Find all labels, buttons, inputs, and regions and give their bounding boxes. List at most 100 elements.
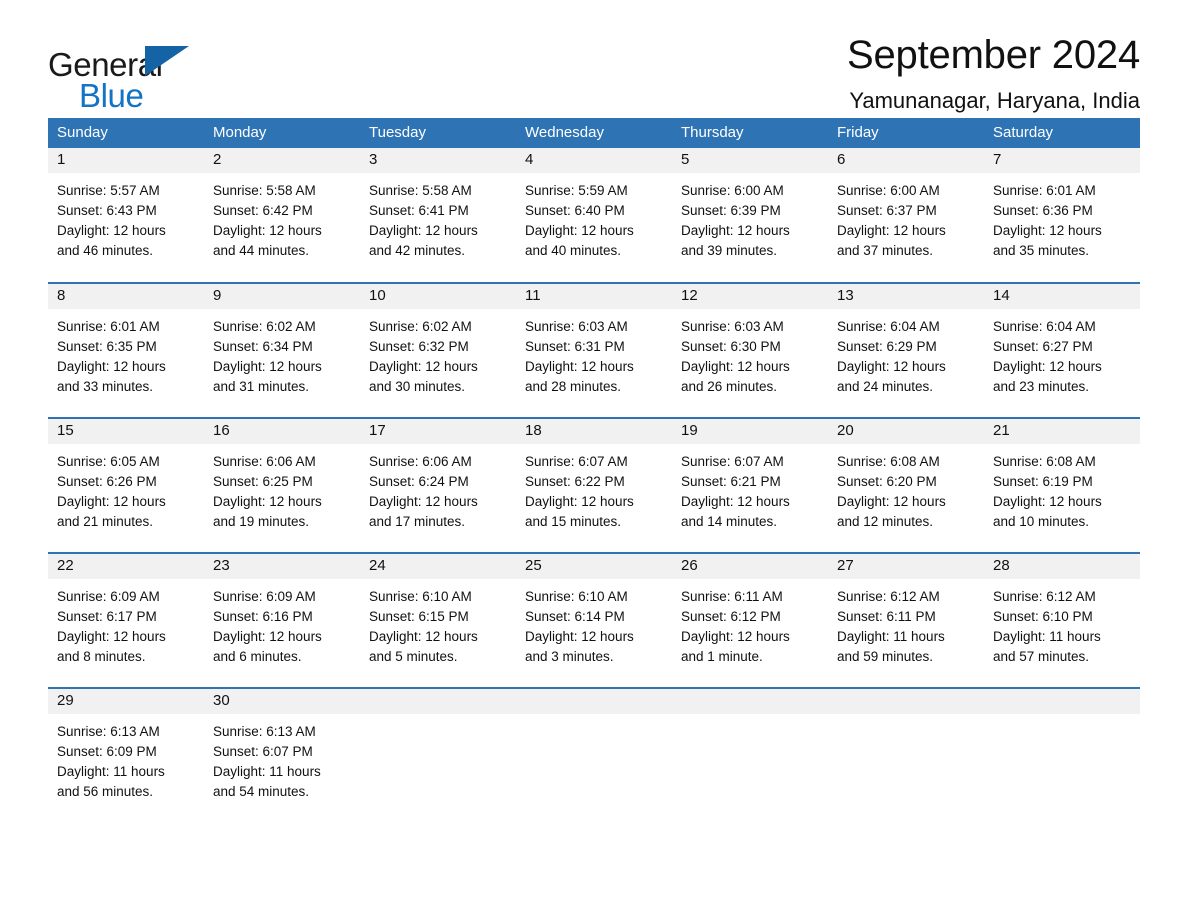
page-header: General Blue September 2024 Yamunanagar,… (48, 0, 1140, 113)
calendar-page: General Blue September 2024 Yamunanagar,… (0, 0, 1188, 918)
day-cell[interactable]: 27 Sunrise: 6:12 AM Sunset: 6:11 PM Dayligh… (828, 552, 984, 688)
weekday-header-tuesday: Tuesday (360, 118, 516, 148)
day-cell[interactable]: 15 Sunrise: 6:05 AM Sunset: 6:26 PM Dayligh… (48, 417, 204, 553)
sunset-text: Sunset: 6:35 PM (57, 339, 157, 354)
day-cell[interactable]: 30 Sunrise: 6:13 AM Sunset: 6:07 PM Dayligh… (204, 687, 360, 823)
week-row: 22 Sunrise: 6:09 AM Sunset: 6:17 PM Dayligh… (48, 552, 1140, 688)
day-cell-empty (516, 687, 672, 823)
sunset-text: Sunset: 6:19 PM (993, 474, 1093, 489)
daylight-text-line2: and 59 minutes. (837, 649, 934, 664)
day-cell[interactable]: 10 Sunrise: 6:02 AM Sunset: 6:32 PM Dayligh… (360, 282, 516, 418)
sunrise-text: Sunrise: 6:02 AM (369, 319, 472, 334)
week-row: 1 Sunrise: 5:57 AM Sunset: 6:43 PM Daylight… (48, 148, 1140, 283)
day-details: Sunrise: 6:09 AM Sunset: 6:16 PM Daylight:… (204, 579, 360, 667)
day-cell[interactable]: 13 Sunrise: 6:04 AM Sunset: 6:29 PM Dayligh… (828, 282, 984, 418)
day-cell[interactable]: 17 Sunrise: 6:06 AM Sunset: 6:24 PM Dayligh… (360, 417, 516, 553)
day-cell[interactable]: 4 Sunrise: 5:59 AM Sunset: 6:40 PM Daylight… (516, 148, 672, 283)
sunrise-text: Sunrise: 5:59 AM (525, 183, 628, 198)
sunset-text: Sunset: 6:30 PM (681, 339, 781, 354)
week-row: 29 Sunrise: 6:13 AM Sunset: 6:09 PM Dayligh… (48, 687, 1140, 823)
sunrise-text: Sunrise: 6:01 AM (993, 183, 1096, 198)
day-cell[interactable]: 2 Sunrise: 5:58 AM Sunset: 6:42 PM Daylight… (204, 148, 360, 283)
sunset-text: Sunset: 6:22 PM (525, 474, 625, 489)
day-details: Sunrise: 6:02 AM Sunset: 6:32 PM Daylight:… (360, 309, 516, 397)
day-number: 28 (984, 554, 1140, 579)
day-cell[interactable]: 26 Sunrise: 6:11 AM Sunset: 6:12 PM Dayligh… (672, 552, 828, 688)
sunset-text: Sunset: 6:27 PM (993, 339, 1093, 354)
day-details: Sunrise: 6:07 AM Sunset: 6:22 PM Daylight:… (516, 444, 672, 532)
day-number: 6 (828, 148, 984, 173)
day-cell[interactable]: 5 Sunrise: 6:00 AM Sunset: 6:39 PM Daylight… (672, 148, 828, 283)
daylight-text-line2: and 46 minutes. (57, 243, 154, 258)
day-number (984, 689, 1140, 714)
day-cell[interactable]: 8 Sunrise: 6:01 AM Sunset: 6:35 PM Daylight… (48, 282, 204, 418)
day-number: 21 (984, 419, 1140, 444)
daylight-text-line1: Daylight: 12 hours (993, 359, 1102, 374)
weekday-header-friday: Friday (828, 118, 984, 148)
day-number: 3 (360, 148, 516, 173)
sunset-text: Sunset: 6:39 PM (681, 203, 781, 218)
sunrise-text: Sunrise: 6:09 AM (57, 589, 160, 604)
day-details: Sunrise: 6:06 AM Sunset: 6:25 PM Daylight:… (204, 444, 360, 532)
daylight-text-line2: and 24 minutes. (837, 379, 934, 394)
daylight-text-line2: and 12 minutes. (837, 514, 934, 529)
day-number: 27 (828, 554, 984, 579)
day-cell[interactable]: 9 Sunrise: 6:02 AM Sunset: 6:34 PM Daylight… (204, 282, 360, 418)
day-cell[interactable]: 21 Sunrise: 6:08 AM Sunset: 6:19 PM Dayligh… (984, 417, 1140, 553)
sunrise-text: Sunrise: 6:12 AM (837, 589, 940, 604)
day-cell[interactable]: 16 Sunrise: 6:06 AM Sunset: 6:25 PM Dayligh… (204, 417, 360, 553)
daylight-text-line1: Daylight: 12 hours (525, 223, 634, 238)
day-number: 13 (828, 284, 984, 309)
day-number: 8 (48, 284, 204, 309)
day-cell[interactable]: 23 Sunrise: 6:09 AM Sunset: 6:16 PM Dayligh… (204, 552, 360, 688)
day-cell[interactable]: 18 Sunrise: 6:07 AM Sunset: 6:22 PM Dayligh… (516, 417, 672, 553)
daylight-text-line1: Daylight: 12 hours (369, 494, 478, 509)
day-details: Sunrise: 5:58 AM Sunset: 6:41 PM Daylight:… (360, 173, 516, 261)
day-cell[interactable]: 29 Sunrise: 6:13 AM Sunset: 6:09 PM Dayligh… (48, 687, 204, 823)
day-cell[interactable]: 24 Sunrise: 6:10 AM Sunset: 6:15 PM Dayligh… (360, 552, 516, 688)
day-cell[interactable]: 25 Sunrise: 6:10 AM Sunset: 6:14 PM Dayligh… (516, 552, 672, 688)
sunrise-text: Sunrise: 6:00 AM (681, 183, 784, 198)
day-cell[interactable]: 3 Sunrise: 5:58 AM Sunset: 6:41 PM Daylight… (360, 148, 516, 283)
daylight-text-line1: Daylight: 12 hours (837, 223, 946, 238)
daylight-text-line1: Daylight: 12 hours (369, 359, 478, 374)
daylight-text-line1: Daylight: 12 hours (213, 223, 322, 238)
daylight-text-line2: and 37 minutes. (837, 243, 934, 258)
sunrise-text: Sunrise: 5:58 AM (213, 183, 316, 198)
page-subtitle-location: Yamunanagar, Haryana, India (849, 88, 1140, 113)
sunset-text: Sunset: 6:40 PM (525, 203, 625, 218)
day-cell[interactable]: 22 Sunrise: 6:09 AM Sunset: 6:17 PM Dayligh… (48, 552, 204, 688)
day-number: 23 (204, 554, 360, 579)
sunrise-text: Sunrise: 6:08 AM (993, 454, 1096, 469)
day-cell[interactable]: 7 Sunrise: 6:01 AM Sunset: 6:36 PM Daylight… (984, 148, 1140, 283)
daylight-text-line2: and 23 minutes. (993, 379, 1090, 394)
sunrise-text: Sunrise: 6:08 AM (837, 454, 940, 469)
daylight-text-line2: and 21 minutes. (57, 514, 154, 529)
sunset-text: Sunset: 6:25 PM (213, 474, 313, 489)
daylight-text-line1: Daylight: 12 hours (57, 359, 166, 374)
day-details: Sunrise: 6:01 AM Sunset: 6:35 PM Daylight:… (48, 309, 204, 397)
day-cell[interactable]: 11 Sunrise: 6:03 AM Sunset: 6:31 PM Dayligh… (516, 282, 672, 418)
day-number: 14 (984, 284, 1140, 309)
day-number: 22 (48, 554, 204, 579)
sunrise-text: Sunrise: 6:09 AM (213, 589, 316, 604)
day-cell-empty (672, 687, 828, 823)
sunset-text: Sunset: 6:11 PM (837, 609, 936, 624)
day-cell[interactable]: 6 Sunrise: 6:00 AM Sunset: 6:37 PM Daylight… (828, 148, 984, 283)
day-details: Sunrise: 6:12 AM Sunset: 6:11 PM Daylight:… (828, 579, 984, 667)
sunrise-text: Sunrise: 6:10 AM (525, 589, 628, 604)
sunset-text: Sunset: 6:24 PM (369, 474, 469, 489)
day-cell[interactable]: 14 Sunrise: 6:04 AM Sunset: 6:27 PM Dayligh… (984, 282, 1140, 418)
daylight-text-line1: Daylight: 12 hours (369, 629, 478, 644)
day-cell[interactable]: 20 Sunrise: 6:08 AM Sunset: 6:20 PM Dayligh… (828, 417, 984, 553)
day-number (828, 689, 984, 714)
daylight-text-line2: and 14 minutes. (681, 514, 778, 529)
daylight-text-line1: Daylight: 12 hours (525, 359, 634, 374)
day-number: 19 (672, 419, 828, 444)
day-cell[interactable]: 19 Sunrise: 6:07 AM Sunset: 6:21 PM Dayligh… (672, 417, 828, 553)
day-cell[interactable]: 1 Sunrise: 5:57 AM Sunset: 6:43 PM Daylight… (48, 148, 204, 283)
day-cell[interactable]: 28 Sunrise: 6:12 AM Sunset: 6:10 PM Dayligh… (984, 552, 1140, 688)
day-details: Sunrise: 6:13 AM Sunset: 6:09 PM Daylight:… (48, 714, 204, 802)
day-cell[interactable]: 12 Sunrise: 6:03 AM Sunset: 6:30 PM Dayligh… (672, 282, 828, 418)
title-block: September 2024 Yamunanagar, Haryana, Ind… (208, 34, 1140, 113)
